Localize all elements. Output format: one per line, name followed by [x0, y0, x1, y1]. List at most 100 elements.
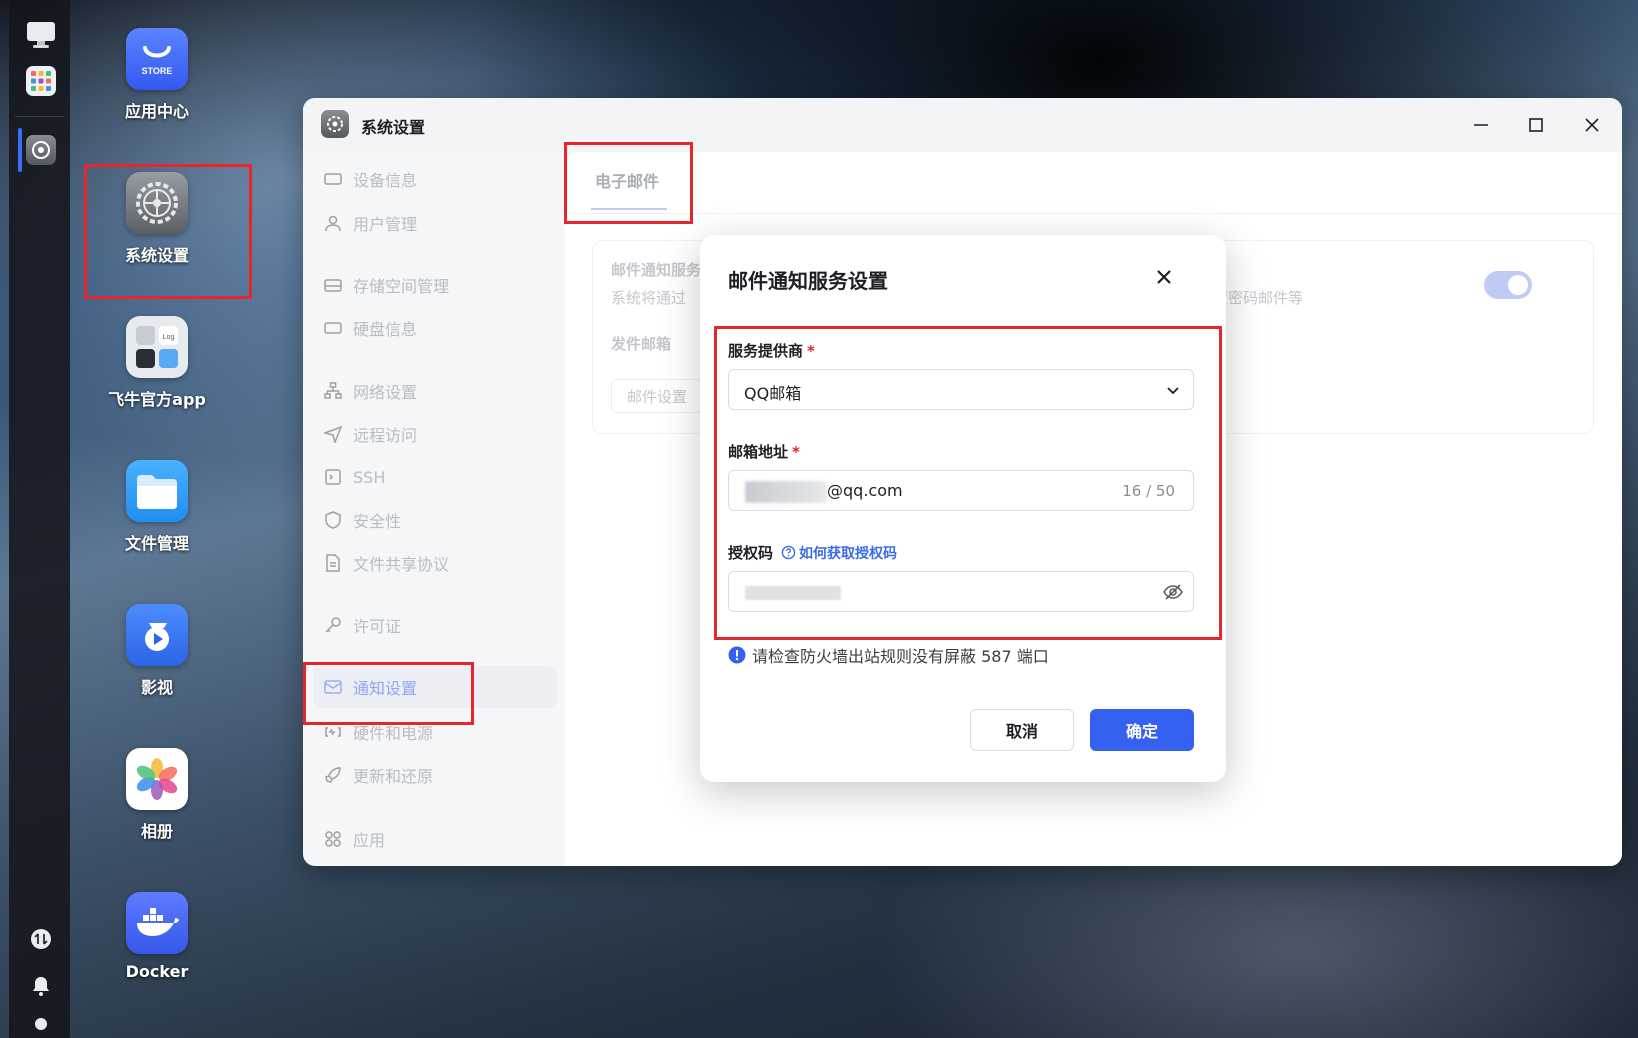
send-icon [323, 424, 343, 444]
card-heading: 邮件通知服务 [611, 261, 702, 279]
close-icon[interactable] [1150, 263, 1178, 291]
settings-sidebar: 设备信息 用户管理 存储空间管理 硬盘信息 网络设置 远程访问 SSH 安全性 [303, 152, 565, 866]
monitor-icon[interactable] [26, 20, 56, 50]
auth-help-link[interactable]: 如何获取授权码 [799, 543, 897, 563]
sidebar-item-label: 网络设置 [353, 383, 418, 402]
settings-icon[interactable] [26, 135, 56, 165]
maximize-icon[interactable] [1523, 112, 1549, 138]
sender-label: 发件邮箱 [611, 335, 672, 353]
desktop-icon-label: 文件管理 [124, 534, 189, 553]
notice-text: 请检查防火墙出站规则没有屏蔽 587 端口 [752, 647, 1049, 666]
sidebar-item-label: 文件共享协议 [353, 555, 450, 574]
confirm-button[interactable]: 确定 [1090, 709, 1194, 751]
provider-value: QQ邮箱 [744, 384, 802, 403]
sidebar-item-hardware[interactable]: 硬件和电源 [313, 711, 557, 753]
email-settings-dialog: 邮件通知服务设置 服务提供商 * QQ邮箱 邮箱地址 * @qq.com 16 / … [700, 235, 1226, 782]
sidebar-item-label: 应用 [353, 831, 386, 850]
sidebar-item-update[interactable]: 更新和还原 [313, 754, 557, 796]
desktop-icon-photos[interactable]: 相册 [97, 748, 217, 842]
docker-icon [126, 892, 188, 954]
info-icon [728, 646, 746, 664]
apps-grid-icon[interactable] [26, 66, 56, 96]
sidebar-item-remote[interactable]: 远程访问 [313, 413, 557, 455]
email-domain: @qq.com [827, 481, 903, 500]
desktop-icon-label: 影视 [140, 678, 173, 697]
provider-select[interactable]: QQ邮箱 [728, 369, 1194, 410]
desktop-icon-official-app[interactable]: Log 飞牛官方app [97, 316, 217, 410]
rocket-icon [323, 765, 343, 785]
sidebar-item-label: 通知设置 [353, 679, 418, 698]
window-title: 系统设置 [361, 118, 426, 137]
document-icon [323, 553, 343, 573]
sidebar-item-network[interactable]: 网络设置 [313, 370, 557, 412]
sidebar-item-device-info[interactable]: 设备信息 [313, 158, 557, 200]
device-icon [323, 169, 343, 189]
folder-icon [126, 460, 188, 522]
sidebar-item-notifications[interactable]: 通知设置 [313, 666, 557, 708]
firewall-notice: 请检查防火墙出站规则没有屏蔽 587 端口 [728, 643, 1049, 667]
tab-email[interactable]: 电子邮件 [595, 168, 659, 192]
sidebar-item-label: 设备信息 [353, 171, 418, 190]
sidebar-item-storage[interactable]: 存储空间管理 [313, 264, 557, 306]
app-folder-icon: Log [126, 316, 188, 378]
sidebar-item-ssh[interactable]: SSH [313, 456, 557, 498]
desktop-icon-label: 应用中心 [124, 102, 189, 121]
desktop-icon-app-center[interactable]: STORE 应用中心 [97, 28, 217, 122]
sidebar-item-label: 存储空间管理 [353, 277, 450, 296]
auth-code-field[interactable] [728, 571, 1194, 612]
tab-underline [591, 208, 667, 210]
user-icon[interactable] [29, 1014, 53, 1038]
cancel-button[interactable]: 取消 [970, 709, 1074, 751]
key-icon [323, 615, 343, 635]
sidebar-item-security[interactable]: 安全性 [313, 499, 557, 541]
minimize-icon[interactable] [1468, 112, 1494, 138]
desktop-icon-video[interactable]: 影视 [97, 604, 217, 698]
settings-app-icon [321, 110, 349, 138]
video-icon [126, 604, 188, 666]
store-badge: STORE [142, 66, 173, 76]
sidebar-item-users[interactable]: 用户管理 [313, 202, 557, 244]
char-count: 16 / 50 [1122, 482, 1175, 500]
desktop-icon-label: 系统设置 [124, 246, 189, 265]
mail-icon [323, 677, 343, 697]
redacted-text [745, 481, 827, 503]
sidebar-item-label: 远程访问 [353, 426, 418, 445]
desktop-icon-file-manager[interactable]: 文件管理 [97, 460, 217, 554]
terminal-icon [323, 467, 343, 487]
gear-icon [126, 172, 188, 234]
card-description-tail: 置密码邮件等 [1213, 289, 1304, 307]
provider-label: 服务提供商 * [728, 342, 815, 360]
sidebar-item-disk[interactable]: 硬盘信息 [313, 307, 557, 349]
bell-icon[interactable] [29, 974, 53, 998]
sidebar-item-label: 许可证 [353, 617, 402, 636]
transfer-icon[interactable] [29, 927, 53, 951]
help-circle-icon [781, 545, 796, 560]
disk-icon [323, 318, 343, 338]
sidebar-item-label: SSH [353, 467, 386, 487]
window-titlebar[interactable]: 系统设置 [303, 98, 1622, 152]
network-icon [323, 381, 343, 401]
dialog-title: 邮件通知服务设置 [728, 269, 888, 293]
masked-password [745, 586, 841, 600]
desktop-icon-label: 飞牛官方app [108, 390, 206, 409]
email-field[interactable]: @qq.com 16 / 50 [728, 470, 1194, 511]
photos-icon [126, 748, 188, 810]
email-label: 邮箱地址 * [728, 443, 800, 461]
close-icon[interactable] [1579, 112, 1605, 138]
eye-off-icon[interactable] [1163, 583, 1183, 605]
desktop-icon-docker[interactable]: Docker [97, 892, 217, 981]
mail-settings-button[interactable]: 邮件设置 [611, 379, 703, 413]
desktop-icon-label: 相册 [140, 822, 173, 841]
sidebar-item-label: 更新和还原 [353, 767, 434, 786]
chevron-down-icon [1165, 382, 1181, 402]
sidebar-item-label: 硬盘信息 [353, 320, 418, 339]
user-icon [323, 213, 343, 233]
dock-active-indicator [18, 128, 22, 172]
sidebar-item-apps[interactable]: 应用 [313, 818, 557, 860]
email-notify-toggle[interactable] [1484, 271, 1532, 299]
sidebar-item-file-sharing[interactable]: 文件共享协议 [313, 542, 557, 584]
apps-icon [323, 829, 343, 849]
store-icon: STORE [126, 28, 188, 90]
desktop-icon-system-settings[interactable]: 系统设置 [97, 172, 217, 266]
sidebar-item-license[interactable]: 许可证 [313, 604, 557, 646]
